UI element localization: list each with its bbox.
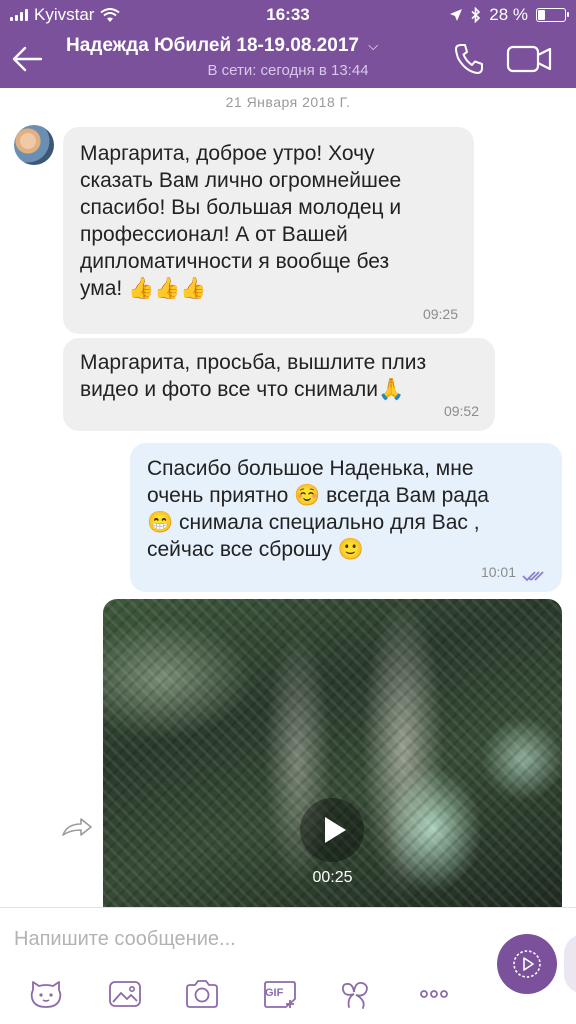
battery-icon — [536, 8, 569, 22]
chat-header: Надежда Юбилей 18-19.08.2017 ⌵ В сети: с… — [0, 30, 576, 88]
video-message-button[interactable] — [497, 934, 557, 994]
message-composer: GIF — [0, 907, 576, 1024]
video-call-button[interactable] — [506, 44, 554, 74]
double-check-icon — [522, 571, 544, 582]
location-icon — [450, 9, 463, 21]
message-text: Маргарита, просьба, вышлите плиз видео и… — [80, 351, 427, 401]
doodle-icon — [341, 982, 368, 1009]
play-icon[interactable] — [300, 798, 364, 862]
message-time: 09:52 — [443, 403, 479, 419]
chevron-down-icon: ⌵ — [368, 37, 379, 53]
message-input[interactable] — [14, 922, 474, 956]
status-bar: Kyivstar 16:33 28 % — [0, 0, 576, 30]
avatar[interactable] — [14, 125, 54, 165]
message-text: Спасибо большое Наденька, мне очень прия… — [147, 457, 489, 561]
send-button[interactable] — [564, 934, 576, 994]
sticker-button[interactable] — [28, 978, 64, 1010]
sticker-icon — [30, 981, 62, 1008]
contact-name[interactable]: Надежда Юбилей 18-19.08.2017 ⌵ — [66, 35, 378, 57]
phone-icon — [455, 44, 483, 74]
more-button[interactable] — [416, 978, 452, 1010]
forward-button[interactable] — [60, 816, 94, 838]
gif-label: GIF — [265, 987, 284, 999]
message-time: 09:25 — [422, 306, 458, 322]
message-time: 10:01 — [480, 564, 516, 580]
camera-button[interactable] — [184, 978, 220, 1010]
contact-name-label: Надежда Юбилей 18-19.08.2017 — [66, 35, 359, 56]
video-duration: 00:25 — [312, 869, 353, 886]
date-separator: 21 Января 2018 Г. — [225, 94, 351, 110]
gallery-button[interactable] — [107, 978, 143, 1010]
gallery-icon — [109, 981, 141, 1007]
message-outgoing[interactable]: Спасибо большое Наденька, мне очень прия… — [130, 443, 562, 592]
gif-button[interactable]: GIF — [262, 978, 298, 1010]
video-record-icon — [513, 950, 541, 978]
doodle-button[interactable] — [338, 978, 374, 1010]
video-message[interactable]: 00:25 — [103, 599, 562, 907]
video-camera-icon — [506, 45, 552, 73]
message-incoming[interactable]: Маргарита, доброе утро! Хочу сказать Вам… — [63, 127, 474, 334]
message-incoming[interactable]: Маргарита, просьба, вышлите плиз видео и… — [63, 338, 495, 431]
message-text: Маргарита, доброе утро! Хочу сказать Вам… — [80, 142, 402, 300]
status-right: 28 % — [449, 5, 569, 25]
call-button[interactable] — [453, 42, 485, 76]
more-icon — [420, 990, 448, 998]
online-status: В сети: сегодня в 13:44 — [207, 62, 369, 79]
camera-icon — [186, 980, 218, 1008]
forward-icon — [62, 818, 92, 836]
battery-percent: 28 % — [489, 5, 528, 24]
bluetooth-icon — [471, 7, 481, 23]
